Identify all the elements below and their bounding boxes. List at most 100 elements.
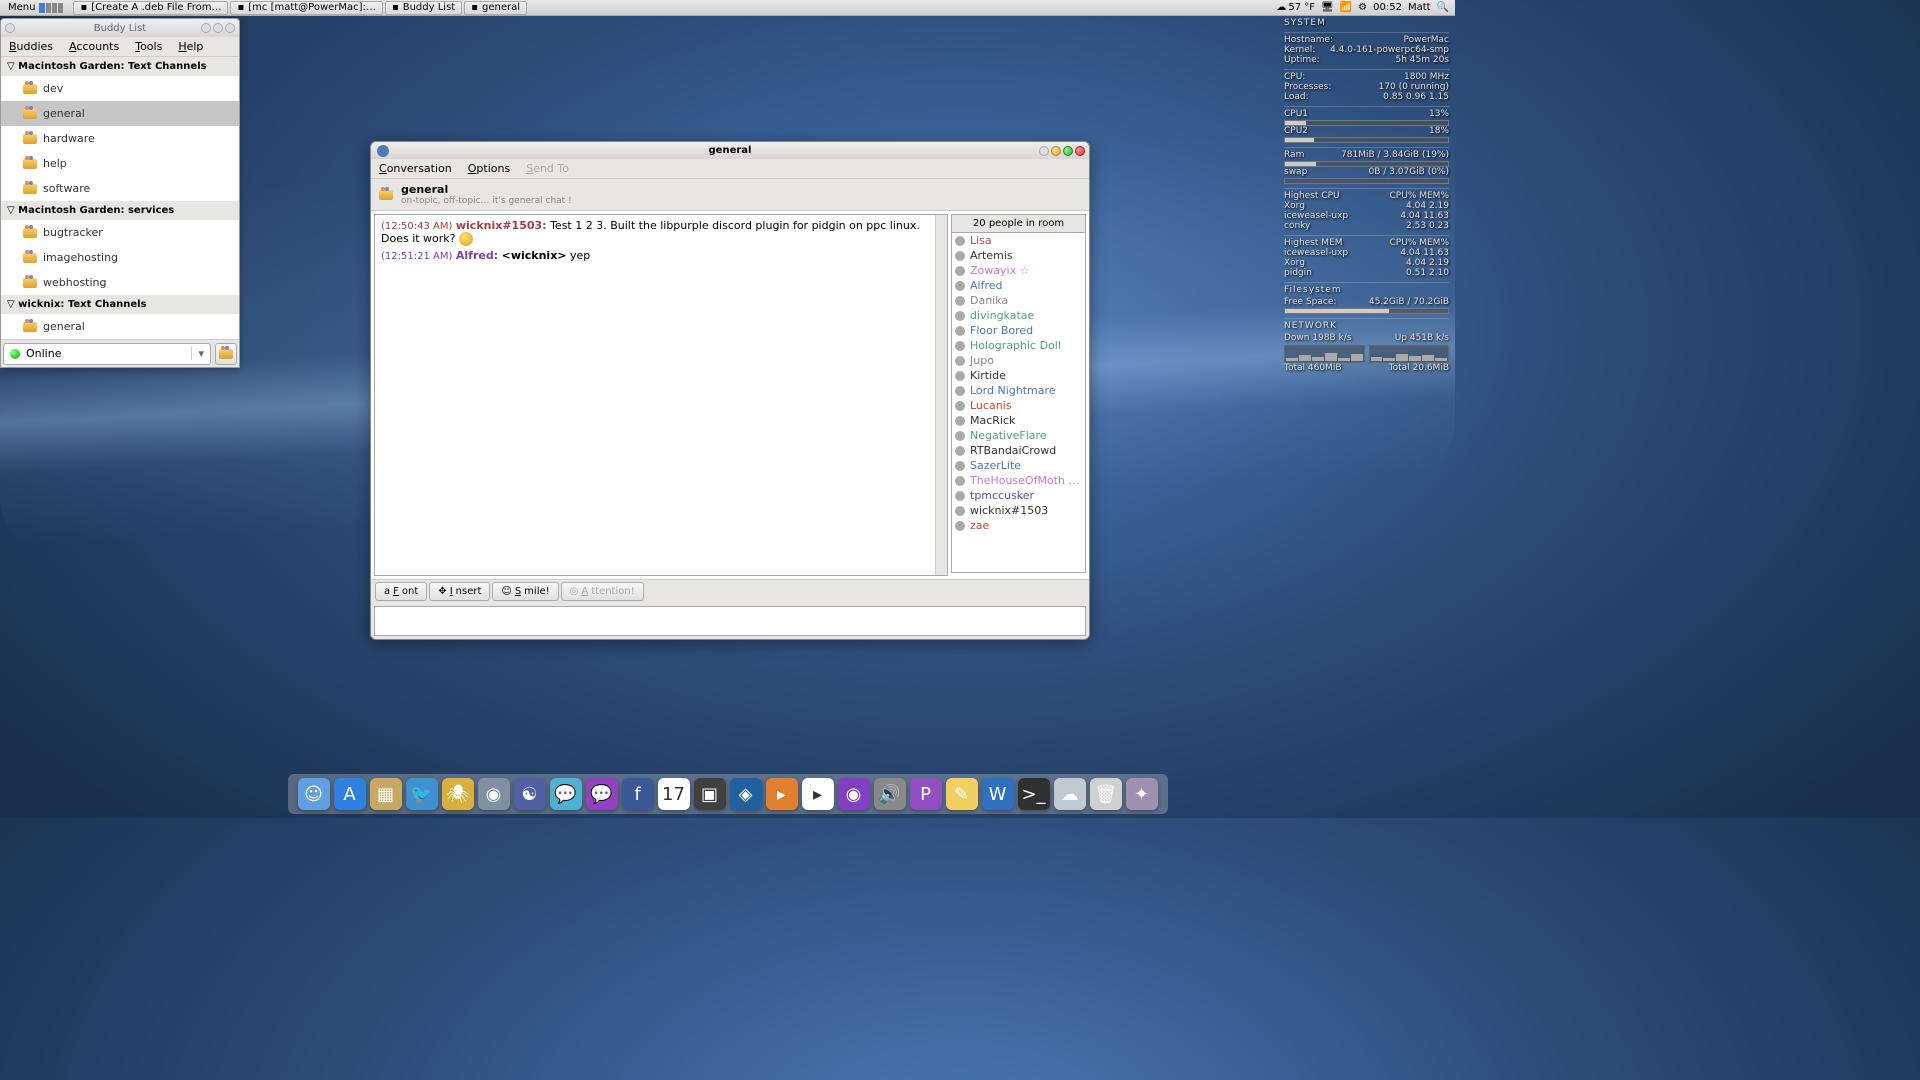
dock-item[interactable]: 🐦 xyxy=(406,778,438,810)
menu-help[interactable]: Help xyxy=(170,40,211,53)
chat-message: (12:50:43 AM) wicknix#1503: Test 1 2 3. … xyxy=(381,219,941,246)
menu-accounts[interactable]: Accounts xyxy=(61,40,127,53)
chat-titlebar[interactable]: general xyxy=(371,142,1089,159)
window-titlebar[interactable]: Buddy List xyxy=(1,19,239,37)
minimize2-icon[interactable] xyxy=(1051,146,1061,156)
chat-log[interactable]: (12:50:43 AM) wicknix#1503: Test 1 2 3. … xyxy=(374,214,948,576)
group-header[interactable]: ▽ Macintosh Garden: Text Channels xyxy=(1,57,239,76)
dock-item[interactable]: ◈ xyxy=(730,778,762,810)
channel-item[interactable]: help xyxy=(1,151,239,176)
display-icon[interactable]: 🖥 xyxy=(1321,2,1334,13)
dock-item[interactable]: ▸ xyxy=(766,778,798,810)
mood-button[interactable] xyxy=(215,343,237,365)
buddy-list[interactable]: ▽ Macintosh Garden: Text Channelsdevgene… xyxy=(1,57,239,339)
dock-item[interactable]: ☯ xyxy=(514,778,546,810)
insert-button[interactable]: ✥ Insert xyxy=(429,582,490,601)
group-header[interactable]: ▽ Macintosh Garden: services xyxy=(1,201,239,220)
menu-options[interactable]: Options xyxy=(460,162,518,175)
user-item[interactable]: Danika xyxy=(952,293,1085,308)
channel-item[interactable]: dev xyxy=(1,76,239,101)
clock[interactable]: 00:52 xyxy=(1373,2,1402,13)
search-icon[interactable]: 🔍 xyxy=(1437,2,1449,13)
dock-item[interactable]: P xyxy=(910,778,942,810)
dock-item[interactable]: ▸ xyxy=(802,778,834,810)
channel-item[interactable]: hardware xyxy=(1,126,239,151)
maximize-icon[interactable] xyxy=(213,23,223,33)
scrollbar[interactable] xyxy=(935,215,947,575)
user-item[interactable]: wicknix#1503 xyxy=(952,503,1085,518)
channel-item[interactable]: general xyxy=(1,101,239,126)
dock-item[interactable]: >_ xyxy=(1018,778,1050,810)
taskbar-item[interactable]: ▪[Create A .deb File From… xyxy=(73,1,228,15)
user-menu[interactable]: Matt xyxy=(1408,2,1431,13)
close-icon[interactable] xyxy=(225,23,235,33)
taskbar-item[interactable]: ▪[mc [matt@PowerMac]:… xyxy=(230,1,382,15)
taskbar-item[interactable]: ▪general xyxy=(464,1,527,15)
wifi-icon[interactable]: 📶 xyxy=(1340,2,1352,13)
workspace-switcher-icon[interactable] xyxy=(39,3,63,13)
maximize-icon[interactable] xyxy=(1063,146,1073,156)
user-item[interactable]: Artemis xyxy=(952,248,1085,263)
message-input[interactable] xyxy=(374,606,1086,636)
minimize-icon[interactable] xyxy=(1039,146,1049,156)
window-menu-icon[interactable] xyxy=(5,23,15,33)
smile-button[interactable]: ☺ Smile! xyxy=(492,582,558,601)
dock-item[interactable]: ▣ xyxy=(694,778,726,810)
menu-tools[interactable]: Tools xyxy=(127,40,170,53)
user-item[interactable]: tpmccusker xyxy=(952,488,1085,503)
channel-item[interactable]: imagehosting xyxy=(1,245,239,270)
dock-item[interactable]: ◉ xyxy=(478,778,510,810)
user-item[interactable]: Kirtide xyxy=(952,368,1085,383)
user-item[interactable]: Lucanis xyxy=(952,398,1085,413)
user-list[interactable]: LisaArtemisZowayix ☆AlfredDanikadivingka… xyxy=(951,232,1086,573)
minimize-icon[interactable] xyxy=(201,23,211,33)
menu-conversation[interactable]: Conversation xyxy=(371,162,460,175)
dock-item[interactable]: 🗑 xyxy=(1090,778,1122,810)
dock-item[interactable]: 💬 xyxy=(586,778,618,810)
channel-item[interactable]: general xyxy=(1,314,239,339)
user-item[interactable]: MacRick xyxy=(952,413,1085,428)
menu-send-to[interactable]: Send To xyxy=(518,162,577,175)
user-item[interactable]: Alfred xyxy=(952,278,1085,293)
channel-item[interactable]: webhosting xyxy=(1,270,239,295)
dock-item[interactable]: W xyxy=(982,778,1014,810)
menu-buddies[interactable]: Buddies xyxy=(1,40,61,53)
dock-item[interactable]: 🕷 xyxy=(442,778,474,810)
dock-item[interactable]: A xyxy=(334,778,366,810)
dock-item[interactable]: ☁ xyxy=(1054,778,1086,810)
font-icon: a xyxy=(384,586,390,597)
user-item[interactable]: Lisa xyxy=(952,233,1085,248)
group-header[interactable]: ▽ wicknix: Text Channels xyxy=(1,295,239,314)
dock-item[interactable]: ◉ xyxy=(838,778,870,810)
user-item[interactable]: zae xyxy=(952,518,1085,533)
weather-indicator[interactable]: ☁ 57 °F xyxy=(1276,2,1315,13)
dock-item[interactable]: 17 xyxy=(658,778,690,810)
user-item[interactable]: Zowayix ☆ xyxy=(952,263,1085,278)
channel-item[interactable]: software xyxy=(1,176,239,201)
status-selector[interactable]: Online ▾ xyxy=(3,343,211,365)
dock-item[interactable]: 💬 xyxy=(550,778,582,810)
user-item[interactable]: Lord Nightmare xyxy=(952,383,1085,398)
dock-item[interactable]: f xyxy=(622,778,654,810)
settings-icon[interactable]: ⚙ xyxy=(1358,2,1367,13)
dock-item[interactable]: 🔊 xyxy=(874,778,906,810)
user-item[interactable]: TheHouseOfMoth (J… xyxy=(952,473,1085,488)
dock-item[interactable]: ▦ xyxy=(370,778,402,810)
dock-item[interactable]: ☺ xyxy=(298,778,330,810)
close-icon[interactable] xyxy=(1075,146,1085,156)
menu-button[interactable]: Menu xyxy=(0,2,71,13)
user-item[interactable]: Holographic Doll xyxy=(952,338,1085,353)
channel-label: help xyxy=(43,157,67,170)
user-item[interactable]: RTBandaiCrowd xyxy=(952,443,1085,458)
dock-item[interactable]: ✦ xyxy=(1126,778,1158,810)
dock-item[interactable]: ✎ xyxy=(946,778,978,810)
channel-item[interactable]: bugtracker xyxy=(1,220,239,245)
user-item[interactable]: Jupo xyxy=(952,353,1085,368)
user-item[interactable]: SazerLite xyxy=(952,458,1085,473)
font-button[interactable]: a Font xyxy=(375,582,427,601)
insert-icon: ✥ xyxy=(438,586,446,597)
taskbar-item[interactable]: ▪Buddy List xyxy=(385,1,462,15)
user-item[interactable]: Floor Bored xyxy=(952,323,1085,338)
user-item[interactable]: divingkatae xyxy=(952,308,1085,323)
user-item[interactable]: NegativeFlare xyxy=(952,428,1085,443)
